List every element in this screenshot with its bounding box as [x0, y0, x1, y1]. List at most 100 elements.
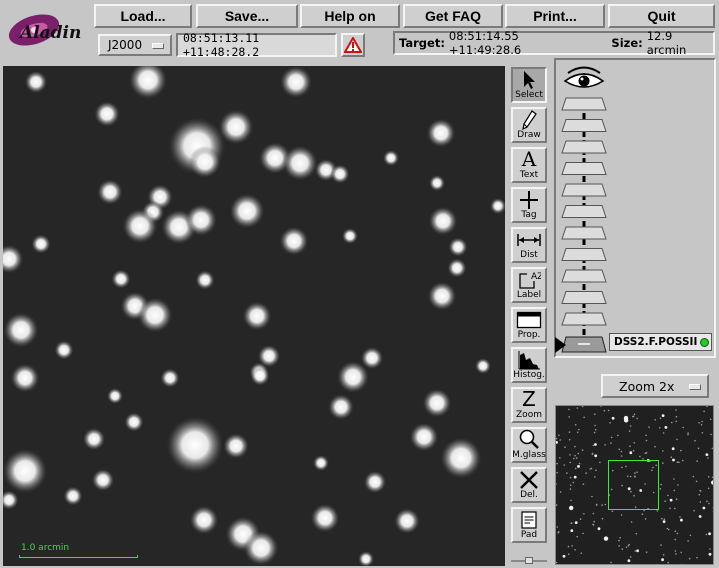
overview-star — [607, 409, 610, 412]
overview-star — [664, 426, 668, 429]
overview-star — [567, 553, 570, 555]
empty-layer-plane[interactable] — [561, 119, 607, 132]
overview-star — [664, 500, 666, 502]
overview-star — [677, 484, 679, 486]
empty-layer-plane[interactable] — [561, 205, 607, 218]
overview-star — [583, 416, 585, 419]
overview-star — [709, 418, 712, 421]
overview-star — [592, 444, 595, 447]
overview-star — [556, 462, 558, 465]
empty-layer-plane[interactable] — [561, 269, 607, 283]
overview-star — [662, 462, 664, 464]
overview-star — [629, 445, 631, 447]
overview-star — [675, 498, 678, 500]
overview-star — [673, 489, 675, 492]
overview-star — [556, 441, 558, 444]
overview-star — [705, 453, 709, 456]
overview-star — [569, 476, 572, 479]
overview-star — [645, 434, 647, 437]
overview-star — [620, 514, 623, 516]
overview-star — [558, 434, 560, 436]
overview-star — [678, 461, 680, 464]
empty-layer-plane[interactable] — [561, 226, 607, 240]
overview-star — [641, 513, 644, 515]
empty-layer-plane[interactable] — [561, 291, 607, 304]
overview-star — [610, 436, 613, 439]
overview-star — [574, 467, 577, 470]
layer-name-label[interactable]: DSS2.F.POSSII — [609, 333, 712, 351]
overview-star — [671, 447, 675, 451]
overview-view-frame[interactable] — [608, 460, 659, 510]
overview-star — [697, 447, 700, 450]
overview-star — [635, 532, 638, 535]
overview-star — [629, 556, 632, 558]
overview-star — [633, 442, 635, 444]
overview-star — [675, 409, 677, 411]
overview-star — [708, 502, 710, 505]
overview-star — [696, 460, 698, 462]
overview-star — [564, 446, 566, 448]
overview-star — [629, 451, 633, 455]
overview-star — [692, 475, 695, 478]
dropdown-icon — [689, 384, 701, 390]
overview-star — [703, 410, 705, 413]
overview-star — [627, 559, 631, 563]
overview-star — [709, 548, 711, 550]
overview-star — [706, 406, 708, 408]
overview-star — [648, 426, 650, 428]
overview-star — [629, 425, 632, 427]
overview-star — [632, 449, 635, 452]
overview-star — [594, 413, 596, 415]
empty-layer-plane[interactable] — [561, 183, 607, 197]
overview-star — [569, 484, 572, 486]
overview-star — [556, 437, 558, 440]
overview-star — [573, 457, 575, 460]
overview-star — [568, 431, 571, 433]
overview-star — [559, 491, 562, 493]
overview-star — [659, 417, 662, 420]
overview-star — [566, 472, 568, 474]
overview-star — [574, 454, 576, 457]
overview-star — [662, 450, 664, 452]
overview-star — [604, 444, 606, 446]
overview-star — [663, 518, 666, 520]
overview-star — [592, 523, 594, 526]
overview-star — [694, 439, 696, 442]
overview-star — [610, 561, 612, 564]
overview-star — [687, 433, 689, 436]
empty-layer-plane[interactable] — [561, 248, 607, 261]
overview-star — [671, 421, 673, 424]
overview-star — [585, 472, 587, 474]
empty-layer-plane[interactable] — [561, 162, 607, 175]
empty-layer-plane[interactable] — [561, 312, 607, 326]
overview-star — [680, 563, 682, 564]
overview-star — [574, 424, 577, 426]
overview-star — [672, 458, 675, 462]
overview-star — [569, 488, 572, 490]
overview-star — [699, 501, 702, 503]
overview-star — [667, 494, 669, 497]
overview-star — [594, 476, 596, 478]
zoom-select[interactable]: Zoom 2x — [601, 374, 709, 398]
overview-star — [569, 454, 571, 456]
empty-layer-plane[interactable] — [561, 97, 607, 111]
overview-star — [674, 507, 676, 510]
overview-star — [556, 561, 558, 564]
empty-layer-plane[interactable] — [561, 140, 607, 154]
overview-star — [604, 503, 607, 506]
overview-star — [630, 521, 633, 523]
overview-star — [610, 442, 612, 444]
overview-star — [699, 490, 702, 492]
overview-star — [705, 533, 708, 536]
zoom-value: Zoom 2x — [619, 378, 675, 394]
overview-star — [593, 431, 596, 434]
overview-star — [570, 499, 572, 502]
overview-star — [591, 495, 593, 498]
overview-star — [576, 535, 578, 538]
overview-star — [556, 504, 558, 506]
overview-star — [600, 406, 602, 407]
overview-star — [594, 424, 596, 427]
overview-star — [582, 532, 584, 535]
overview-star — [674, 530, 677, 532]
overview-star — [701, 420, 703, 423]
